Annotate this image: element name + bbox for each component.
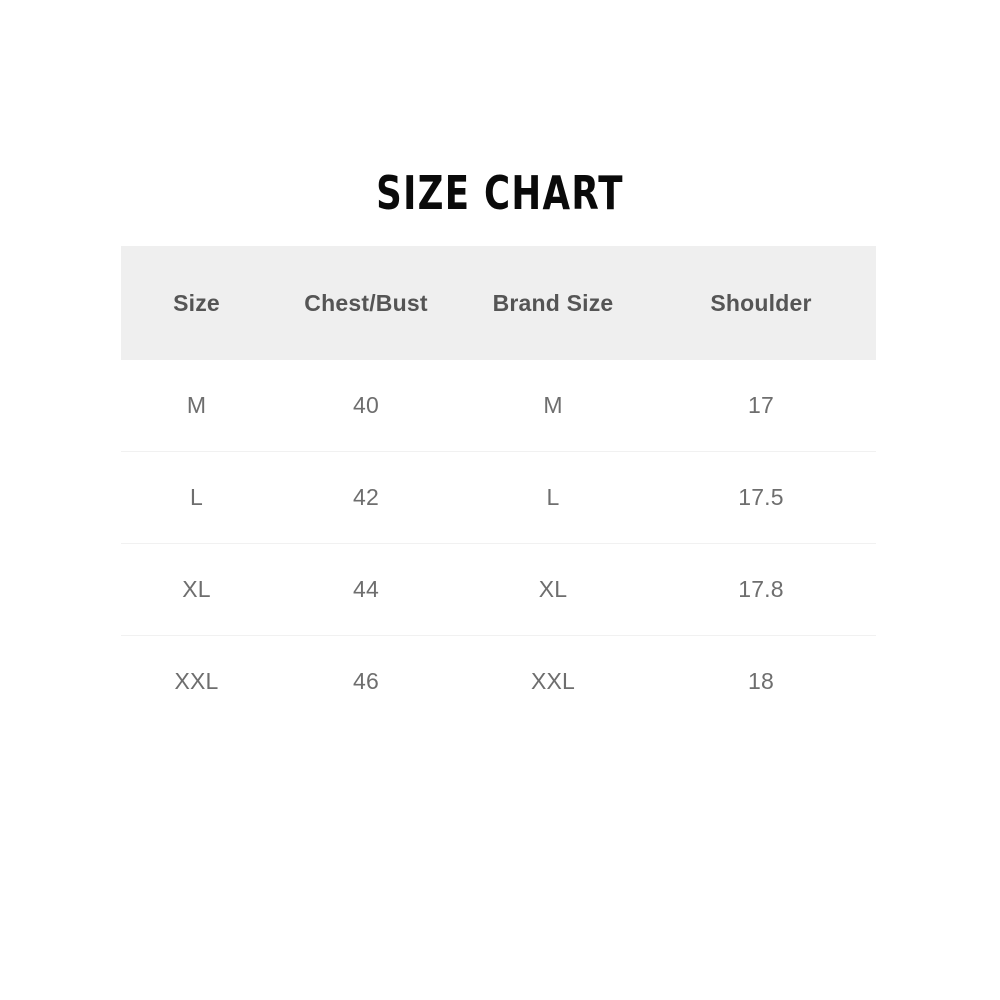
cell-chest: 44 [272, 543, 460, 636]
table-header: Size Chest/Bust Brand Size Shoulder [121, 246, 876, 360]
table-row: XXL 46 XXL 18 [121, 635, 876, 727]
table-row: XL 44 XL 17.8 [121, 543, 876, 636]
size-chart-page: SIZE CHART Size Chest/Bust Brand Size Sh… [0, 0, 1000, 1000]
cell-size: XXL [121, 635, 272, 727]
size-chart-table: Size Chest/Bust Brand Size Shoulder M 40… [121, 246, 876, 727]
column-header-shoulder: Shoulder [710, 289, 812, 316]
page-title: SIZE CHART [376, 166, 624, 220]
table-row: M 40 M 17 [121, 360, 876, 452]
cell-brand: XL [460, 543, 646, 636]
cell-shoulder: 17 [646, 360, 876, 452]
column-header-chest-bust: Chest/Bust [304, 289, 428, 316]
column-header-brand-size: Brand Size [492, 289, 614, 316]
cell-chest: 40 [272, 360, 460, 452]
cell-chest: 42 [272, 451, 460, 544]
cell-size: XL [121, 543, 272, 636]
cell-size: L [121, 451, 272, 544]
cell-shoulder: 17.5 [646, 451, 876, 544]
cell-brand: M [460, 360, 646, 452]
cell-brand: L [460, 451, 646, 544]
table-header-row: Size Chest/Bust Brand Size Shoulder [121, 246, 876, 360]
cell-shoulder: 17.8 [646, 543, 876, 636]
cell-brand: XXL [460, 635, 646, 727]
cell-shoulder: 18 [646, 635, 876, 727]
column-header-size: Size [173, 289, 220, 316]
cell-size: M [121, 360, 272, 452]
table-body: M 40 M 17 L 42 L 17.5 XL 44 XL 17.8 XXL … [121, 360, 876, 727]
table-row: L 42 L 17.5 [121, 451, 876, 544]
cell-chest: 46 [272, 635, 460, 727]
